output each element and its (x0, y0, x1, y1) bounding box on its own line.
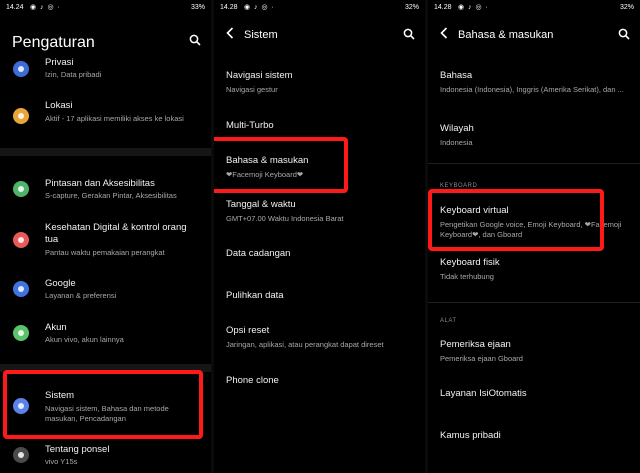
settings-item-google[interactable]: Google Layanan & preferensi (0, 278, 211, 304)
settings-item-pintasan[interactable]: Pintasan dan Aksesibilitas S-capture, Ge… (0, 178, 211, 204)
list-item-opsi-reset[interactable]: Opsi reset Jaringan, aplikasi, atau pera… (226, 325, 419, 350)
item-title: Privasi (45, 57, 74, 68)
app-bar: Sistem (214, 26, 425, 46)
settings-item-tentang-ponsel[interactable]: Tentang ponsel vivo Y15s (0, 444, 211, 470)
status-time: 14.28 (434, 4, 452, 11)
privacy-icon (13, 61, 29, 77)
item-title: Multi-Turbo (226, 120, 274, 131)
list-item-wilayah[interactable]: Wilayah Indonesia (440, 123, 634, 148)
search-icon[interactable] (403, 28, 415, 43)
app-bar: Bahasa & masukan (428, 26, 640, 46)
list-item-multi-turbo[interactable]: Multi-Turbo (226, 120, 419, 132)
item-title: Kesehatan Digital & kontrol orang tua (45, 222, 187, 245)
list-item-kamus-pribadi[interactable]: Kamus pribadi (440, 430, 634, 442)
item-title: Pemeriksa ejaan (440, 339, 511, 350)
battery-level: 32% (619, 4, 634, 11)
highlight-box (214, 137, 348, 193)
item-title: Pulihkan data (226, 290, 284, 301)
item-title: Akun (45, 322, 67, 333)
item-subtitle: Jaringan, aplikasi, atau perangkat dapat… (226, 340, 384, 349)
notification-icons: ◉ ♪ ◎ · (244, 4, 275, 11)
search-icon[interactable] (189, 34, 201, 49)
phone-info-icon (13, 447, 29, 463)
battery-level: 33% (190, 4, 205, 11)
settings-item-akun[interactable]: Akun Akun vivo, akun lainnya (0, 322, 211, 348)
list-item-data-cadangan[interactable]: Data cadangan (226, 248, 419, 260)
list-item-keyboard-fisik[interactable]: Keyboard fisik Tidak terhubung (440, 257, 634, 282)
item-title: Keyboard fisik (440, 257, 500, 268)
settings-item-lokasi[interactable]: Lokasi Aktif - 17 aplikasi memiliki akse… (0, 100, 211, 140)
item-subtitle: Layanan & preferensi (45, 291, 117, 300)
item-title: Bahasa (440, 70, 473, 81)
item-title: Layanan IsiOtomatis (440, 388, 527, 399)
status-bar: 14.28 ◉ ♪ ◎ · 32% (214, 0, 425, 16)
section-divider (0, 148, 211, 156)
section-divider (428, 163, 640, 164)
list-item-bahasa[interactable]: Bahasa Indonesia (Indonesia), Inggris (A… (440, 70, 634, 95)
item-title: Kamus pribadi (440, 430, 501, 441)
item-subtitle: vivo Y15s (45, 457, 78, 466)
item-subtitle: Pantau waktu pemakaian perangkat (45, 248, 165, 257)
item-title: Pintasan dan Aksesibilitas (45, 178, 155, 189)
section-divider (428, 302, 640, 303)
item-title: Google (45, 278, 76, 289)
list-item-pulihkan-data[interactable]: Pulihkan data (226, 290, 419, 302)
item-title: Lokasi (45, 100, 73, 111)
location-icon (13, 108, 29, 124)
back-arrow-icon[interactable] (440, 27, 448, 42)
search-icon[interactable] (618, 28, 630, 43)
item-subtitle: S-capture, Gerakan Pintar, Aksesibilitas (45, 191, 177, 200)
item-subtitle: Pemeriksa ejaan Gboard (440, 354, 523, 363)
item-title: Wilayah (440, 123, 474, 134)
google-icon (13, 281, 29, 297)
item-title: Tentang ponsel (45, 444, 110, 455)
list-item-tanggal-waktu[interactable]: Tanggal & waktu GMT+07.00 Waktu Indonesi… (226, 199, 419, 224)
page-title: Pengaturan (12, 34, 95, 51)
language-input-panel: 14.28 ◉ ♪ ◎ · 32% Bahasa & masukan Bahas… (428, 0, 640, 473)
page-title: Bahasa & masukan (458, 29, 554, 41)
item-subtitle: Akun vivo, akun lainnya (45, 335, 124, 344)
notification-icons: ◉ ♪ ◎ · (30, 4, 61, 11)
status-time: 14.24 (6, 4, 24, 11)
item-subtitle: Tidak terhubung (440, 272, 494, 281)
settings-panel: 14.24 ◉ ♪ ◎ · 33% Pengaturan Privasi Izi… (0, 0, 211, 473)
list-item-layanan-isiotomatis[interactable]: Layanan IsiOtomatis (440, 388, 634, 400)
item-subtitle: Izin, Data pribadi (45, 70, 102, 79)
highlight-box (428, 189, 604, 251)
item-title: Phone clone (226, 375, 279, 386)
item-title: Data cadangan (226, 248, 291, 259)
item-title: Opsi reset (226, 325, 270, 336)
page-title: Sistem (244, 29, 278, 41)
item-title: Tanggal & waktu (226, 199, 296, 210)
list-item-phone-clone[interactable]: Phone clone (226, 375, 419, 387)
item-subtitle: Navigasi gestur (226, 85, 278, 94)
list-item-pemeriksa-ejaan[interactable]: Pemeriksa ejaan Pemeriksa ejaan Gboard (440, 339, 634, 364)
item-subtitle: Indonesia (Indonesia), Inggris (Amerika … (440, 85, 624, 94)
section-header-alat: ALAT (440, 318, 457, 324)
highlight-box (3, 370, 203, 439)
notification-icons: ◉ ♪ ◎ · (458, 4, 489, 11)
item-subtitle: Indonesia (440, 138, 473, 147)
system-panel: 14.28 ◉ ♪ ◎ · 32% Sistem Navigasi sistem… (214, 0, 425, 473)
account-icon (13, 325, 29, 341)
item-subtitle: GMT+07.00 Waktu Indonesia Barat (226, 214, 344, 223)
item-subtitle: Aktif - 17 aplikasi memiliki akses ke lo… (45, 114, 184, 123)
battery-level: 32% (404, 4, 419, 11)
status-time: 14.28 (220, 4, 238, 11)
settings-item-privasi[interactable]: Privasi Izin, Data pribadi (0, 57, 211, 87)
digital-wellbeing-icon (13, 232, 29, 248)
list-item-navigasi-sistem[interactable]: Navigasi sistem Navigasi gestur (226, 70, 419, 95)
settings-item-kesehatan-digital[interactable]: Kesehatan Digital & kontrol orang tua Pa… (0, 222, 211, 262)
status-bar: 14.28 ◉ ♪ ◎ · 32% (428, 0, 640, 16)
back-arrow-icon[interactable] (226, 27, 234, 42)
accessibility-icon (13, 181, 29, 197)
item-title: Navigasi sistem (226, 70, 293, 81)
status-bar: 14.24 ◉ ♪ ◎ · 33% (0, 0, 211, 16)
